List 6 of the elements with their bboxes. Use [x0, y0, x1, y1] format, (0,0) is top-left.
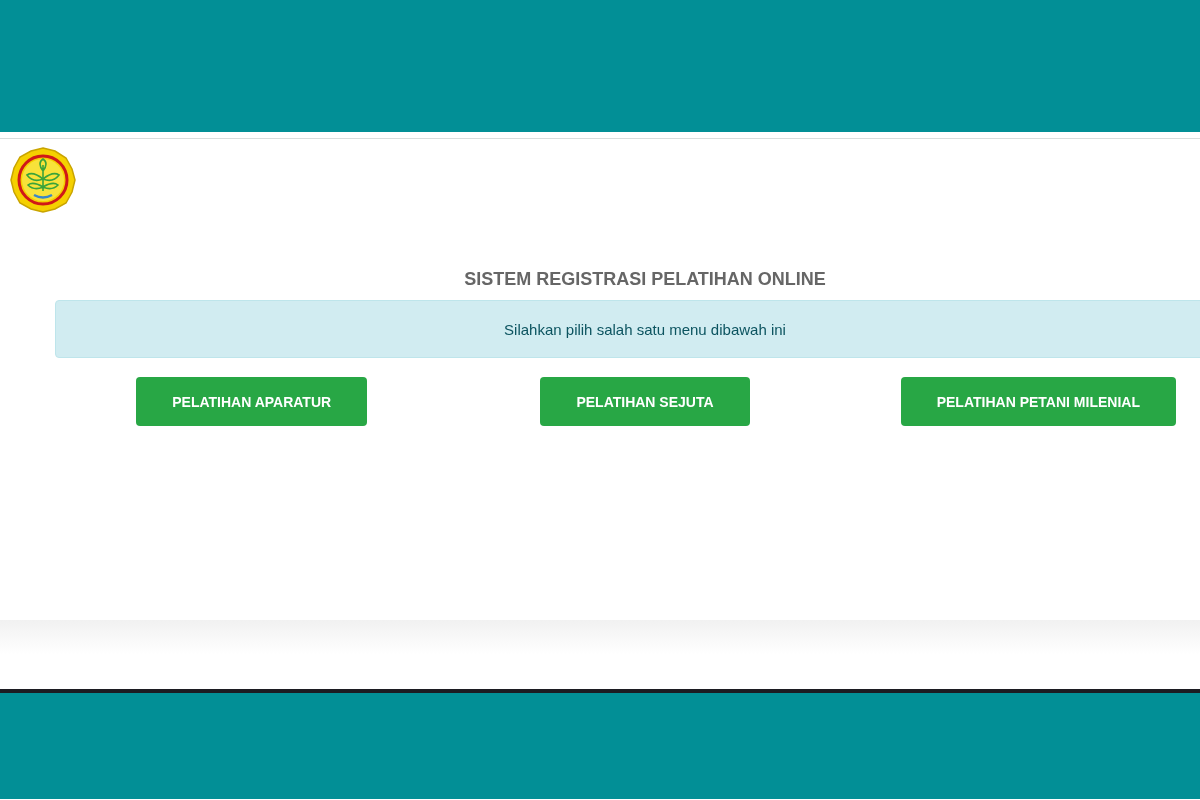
info-alert: Silahkan pilih salah satu menu dibawah ini [55, 300, 1200, 358]
emblem-logo-icon [10, 147, 76, 213]
menu-button[interactable]: PELATIHAN SEJUTA [540, 377, 750, 426]
menu-button[interactable]: PELATIHAN APARATUR [136, 377, 368, 426]
page-title: SISTEM REGISTRASI PELATIHAN ONLINE [463, 269, 827, 290]
menu-button[interactable]: PELATIHAN PETANI MILENIAL [900, 377, 1176, 426]
